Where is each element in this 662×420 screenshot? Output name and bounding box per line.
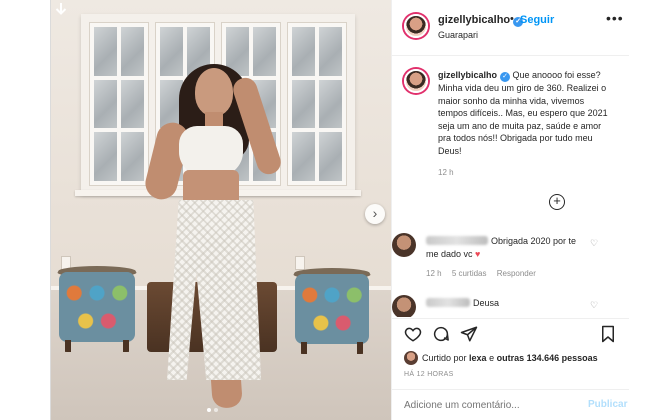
comment-like-heart-icon[interactable]: ♡ — [590, 238, 598, 249]
comment-bubble-icon[interactable] — [432, 325, 450, 343]
post-card: › gizellybicalho ✓ • Seguir Guarapari •••… — [50, 0, 629, 420]
comment-reply-button[interactable]: Responder — [497, 269, 536, 278]
carousel-dot — [214, 408, 218, 412]
post-side-panel: gizellybicalho ✓ • Seguir Guarapari ••• g… — [391, 0, 629, 420]
caption-timestamp[interactable]: 12 h — [438, 168, 454, 177]
post-header: gizellybicalho ✓ • Seguir Guarapari ••• — [392, 0, 629, 56]
page-background-right — [628, 0, 662, 420]
load-more-comments-icon[interactable]: + — [549, 194, 565, 210]
author-avatar[interactable] — [404, 14, 428, 38]
liker-avatar[interactable] — [404, 351, 418, 365]
blurred-username[interactable] — [426, 236, 488, 245]
comment-text: Obrigada 2020 por te me dado vc ♥ — [426, 235, 586, 260]
liker-username[interactable]: lexa — [469, 353, 487, 363]
comment-text: Deusa — [426, 297, 586, 310]
verified-badge-icon: ✓ — [500, 72, 511, 82]
share-paper-plane-icon[interactable] — [460, 325, 478, 343]
liked-by-conjunction: e — [489, 353, 495, 363]
liked-by-line: Curtido por lexa e outras 134.646 pessoa… — [404, 351, 598, 365]
add-comment-bar: Publicar — [392, 389, 629, 419]
comment-input[interactable] — [404, 398, 574, 412]
carousel-dots — [207, 408, 218, 412]
comment-meta: 12 h 5 curtidas Responder — [426, 269, 544, 278]
post-location[interactable]: Guarapari — [438, 30, 478, 40]
like-heart-icon[interactable] — [404, 325, 422, 343]
post-time-ago[interactable]: HÁ 12 HORAS — [404, 371, 454, 378]
author-username-text[interactable]: gizellybicalho — [438, 14, 510, 26]
next-photo-button[interactable]: › — [365, 204, 385, 224]
publish-button[interactable]: Publicar — [588, 399, 627, 410]
caption-body: Que anoooo foi esse? Minha vida deu um g… — [438, 70, 608, 156]
blurred-username[interactable] — [426, 298, 470, 307]
header-separator: • — [510, 13, 514, 25]
caption-text: gizellybicalho ✓ Que anoooo foi esse? Min… — [438, 69, 616, 157]
post-photo[interactable]: › — [51, 0, 391, 420]
likes-count-link[interactable]: outras 134.646 pessoas — [497, 353, 598, 363]
red-heart-emoji: ♥ — [475, 248, 481, 259]
comments-section: gizellybicalho ✓ Que anoooo foi esse? Min… — [392, 57, 629, 317]
liked-by-prefix: Curtido por — [422, 353, 467, 363]
caption-username[interactable]: gizellybicalho — [438, 70, 497, 80]
carousel-dot — [207, 408, 211, 412]
comment-timestamp[interactable]: 12 h — [426, 269, 442, 278]
person-figure — [51, 0, 391, 420]
comment-likes-count[interactable]: 5 curtidas — [452, 269, 487, 278]
page-background-left — [0, 0, 50, 420]
more-options-icon[interactable]: ••• — [606, 10, 624, 26]
caption-avatar[interactable] — [404, 69, 428, 93]
comment-body: Deusa — [473, 298, 500, 308]
commenter-avatar[interactable] — [392, 295, 416, 317]
download-arrow-icon[interactable] — [55, 2, 67, 19]
post-actions: Curtido por lexa e outras 134.646 pessoa… — [392, 318, 629, 418]
save-bookmark-icon[interactable] — [599, 325, 617, 343]
commenter-avatar[interactable] — [392, 233, 416, 257]
follow-button[interactable]: Seguir — [520, 14, 554, 26]
comment-like-heart-icon[interactable]: ♡ — [590, 300, 598, 311]
